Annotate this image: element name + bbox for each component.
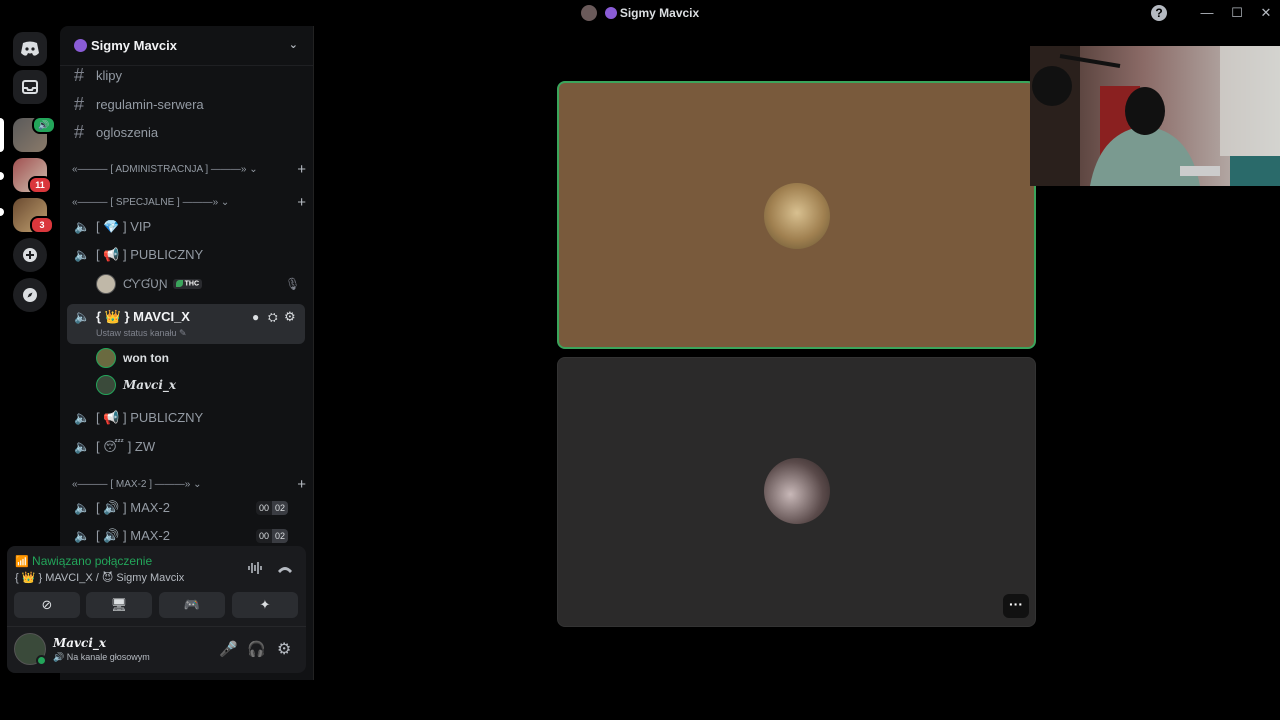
microphone-icon[interactable]: 🎤 — [219, 640, 238, 658]
voice-user-mavci[interactable]: Mavci_x — [96, 373, 176, 397]
more-options-button[interactable]: ··· — [1003, 594, 1029, 618]
participant-avatar — [764, 183, 830, 249]
voice-tile-mavci[interactable] — [557, 357, 1036, 627]
speaker-icon: 🔊 — [53, 652, 65, 662]
voice-user-wonton[interactable]: won ton — [96, 346, 169, 370]
discord-icon — [21, 41, 39, 56]
speaker-locked-icon: 🔈 — [74, 219, 91, 234]
speaker-icon: 🔈 — [74, 528, 91, 543]
avatar — [96, 375, 116, 395]
speaker-icon: 🔈 — [74, 309, 91, 324]
divider — [7, 626, 306, 627]
chat-bubble-icon[interactable]: ● — [252, 310, 259, 324]
unread-pill — [0, 172, 4, 180]
inbox-icon — [22, 80, 38, 94]
channel-ogloszenia[interactable]: # ogloszenia — [68, 119, 306, 145]
title-bar: Sigmy Mavcix ? — ☐ ✕ — [0, 0, 1280, 26]
gamepad-icon: 🎮 — [183, 597, 201, 612]
voice-activity-badge: 🔊 — [32, 116, 56, 134]
add-channel-icon[interactable]: + — [297, 476, 306, 493]
minimize-button[interactable]: — — [1197, 3, 1217, 23]
camera-off-button[interactable]: ⊘ — [14, 592, 80, 618]
soundboard-icon: ✦ — [259, 597, 271, 612]
disconnect-icon[interactable] — [277, 562, 293, 577]
speaker-icon: 🔈 — [74, 247, 91, 262]
mention-badge: 3 — [30, 216, 54, 234]
channel-regulamin[interactable]: # regulamin-serwera — [68, 91, 306, 117]
screen-share-button[interactable]: 🖥 — [86, 592, 152, 618]
hash-icon: # — [74, 64, 85, 85]
speaker-icon: 🔈 — [74, 439, 91, 454]
server-avatar-icon — [580, 5, 597, 21]
invite-user-icon[interactable]: ⛭ — [268, 310, 278, 325]
voice-tile-wonton[interactable] — [557, 81, 1036, 349]
speaker-icon: 🔈 — [74, 500, 91, 515]
inbox-button[interactable] — [13, 70, 47, 104]
close-button[interactable]: ✕ — [1256, 3, 1276, 23]
channel-klipy[interactable]: # klipy — [68, 62, 306, 88]
add-server-button[interactable] — [13, 238, 47, 272]
stream-muted-icon: 🎙 — [285, 277, 301, 291]
hash-icon: # — [74, 93, 85, 114]
unread-pill — [0, 208, 4, 216]
gear-icon[interactable]: ⚙ — [284, 309, 296, 325]
speaker-icon: 🔈 — [74, 410, 91, 425]
camera-off-icon: ⊘ — [41, 597, 53, 612]
voice-location[interactable]: { 👑 } MAVCI_X / 😈 Sigmy Mavcix — [15, 571, 184, 584]
devil-emoji-icon — [74, 39, 87, 52]
user-limit-badge: 00 02 — [256, 529, 289, 543]
devil-emoji-icon — [604, 7, 617, 19]
user-limit-badge: 00 02 — [256, 501, 289, 515]
soundboard-button[interactable]: ✦ — [232, 592, 298, 618]
channel-status-prompt[interactable]: Ustaw status kanału ✎ — [96, 328, 187, 339]
leaf-icon — [175, 280, 183, 288]
online-status-dot — [36, 655, 47, 666]
voice-user-cygun[interactable]: ƇƳƓƲƝ THC — [96, 272, 202, 296]
current-user-status: 🔊 Na kanale głosowym — [53, 652, 150, 662]
server-header[interactable]: Sigmy Mavcix ⌄ — [60, 26, 313, 66]
mention-badge: 11 — [28, 176, 52, 194]
voice-waveform-icon[interactable] — [247, 561, 263, 578]
avatar — [96, 348, 116, 368]
compass-icon — [23, 288, 37, 302]
screen-share-icon: 🖥 — [110, 597, 128, 612]
channel-publiczny[interactable]: 🔈[ 📢 ] PUBLICZNY — [68, 242, 306, 268]
channel-publiczny-2[interactable]: 🔈[ 📢 ] PUBLICZNY — [68, 405, 306, 431]
voice-connection-panel: 📶 Nawiązano połączenie { 👑 } MAVCI_X / 😈… — [7, 546, 306, 673]
webcam-feed-image — [1030, 46, 1280, 186]
category-specjalne[interactable]: «——— [ SPECJALNE ] ———» ⌄ + — [72, 192, 306, 212]
hash-icon: # — [74, 121, 85, 142]
channel-vip[interactable]: 🔈[ 💎 ] VIP — [68, 214, 306, 240]
help-button[interactable]: ? — [1151, 5, 1167, 21]
user-settings-gear-icon[interactable]: ⚙ — [277, 639, 291, 659]
avatar — [96, 274, 116, 294]
discover-button[interactable] — [13, 278, 47, 312]
plus-icon — [23, 248, 37, 262]
chevron-down-icon: ⌄ — [288, 39, 298, 51]
participant-avatar — [764, 458, 830, 524]
category-max-2[interactable]: «——— [ MAX-2 ] ———» ⌄ + — [72, 474, 306, 494]
activities-button[interactable]: 🎮 — [159, 592, 225, 618]
window-title: Sigmy Mavcix — [0, 5, 1280, 21]
discord-home-button[interactable] — [13, 32, 47, 66]
add-channel-icon[interactable]: + — [297, 161, 306, 178]
channel-zw[interactable]: 🔈[ 😴 ] ZW — [68, 434, 306, 460]
server-name: Sigmy Mavcix — [91, 38, 177, 53]
signal-icon: 📶 — [15, 556, 29, 568]
server-tag-badge: THC — [172, 279, 202, 289]
category-administracja[interactable]: «——— [ ADMINISTRACNJA ] ———» ⌄ + — [72, 159, 306, 179]
headphones-icon[interactable]: 🎧 — [247, 640, 266, 658]
maximize-button[interactable]: ☐ — [1227, 3, 1247, 23]
selected-server-pill — [0, 118, 4, 152]
connection-status[interactable]: 📶 Nawiązano połączenie — [15, 554, 152, 568]
current-user-name[interactable]: Mavci_x — [53, 636, 106, 650]
webcam-overlay — [1030, 46, 1280, 186]
add-channel-icon[interactable]: + — [297, 194, 306, 211]
